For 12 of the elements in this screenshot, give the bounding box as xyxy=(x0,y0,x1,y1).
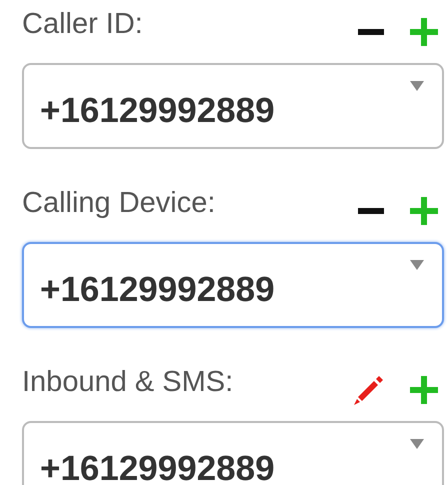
caret-icon xyxy=(410,439,424,449)
plus-icon[interactable] xyxy=(408,374,440,406)
plus-icon[interactable] xyxy=(408,16,440,48)
field-label: Caller ID: xyxy=(22,10,143,39)
phone-select[interactable]: +16129992889 xyxy=(22,242,444,328)
caret-icon xyxy=(410,260,424,270)
caret-icon xyxy=(410,81,424,91)
phone-select[interactable]: +16129992889 xyxy=(22,421,444,485)
phone-select[interactable]: +16129992889 xyxy=(22,63,444,149)
field-label: Calling Device: xyxy=(22,189,216,218)
field-label: Inbound & SMS: xyxy=(22,368,234,397)
plus-icon[interactable] xyxy=(408,194,440,226)
